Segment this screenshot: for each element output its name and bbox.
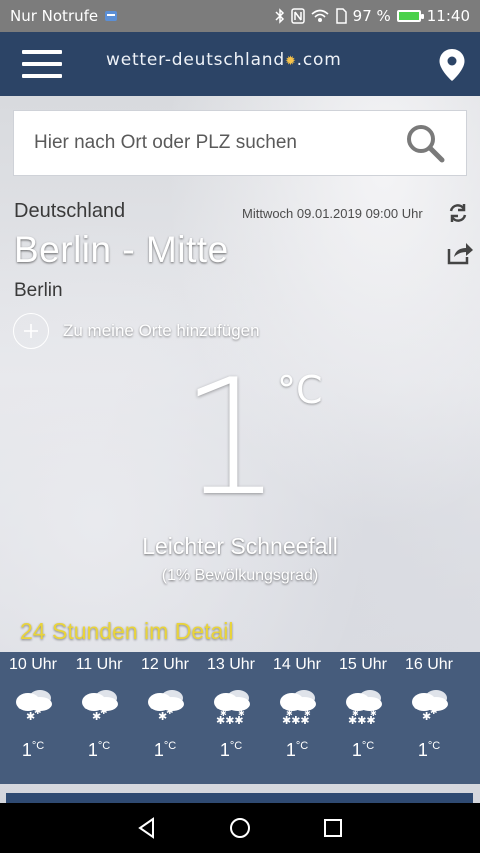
hour-label: 11 Uhr: [75, 656, 123, 673]
hour-label: 14 Uhr: [272, 656, 322, 673]
svg-text:✱: ✱: [100, 707, 108, 717]
hour-temperature: 1°C: [285, 740, 309, 760]
hour-forecast-item[interactable]: 13 Uhr ✱✱✱ ✱ ✱ 1°C: [200, 652, 262, 784]
hour-label: 12 Uhr: [140, 656, 190, 673]
next-section-bar: [6, 793, 473, 803]
wifi-icon: [311, 9, 329, 22]
nfc-icon: [290, 8, 305, 24]
search-bar: [13, 110, 467, 176]
logo[interactable]: wetter-deutschland✹.com: [106, 50, 342, 70]
svg-text:✱: ✱: [304, 709, 311, 718]
notification-icon: [105, 11, 118, 21]
hour-temperature: 1°C: [351, 740, 375, 760]
clock: 11:40: [426, 7, 470, 25]
hour-label: 16 Uhr: [404, 656, 454, 673]
search-icon[interactable]: [404, 122, 446, 164]
svg-text:✱: ✱: [352, 709, 359, 718]
hour-temperature: 1°C: [87, 740, 111, 760]
hour-temperature: 1°C: [219, 740, 243, 760]
light-snow-icon: ✱ ✱: [10, 686, 56, 726]
hour-label: 15 Uhr: [338, 656, 388, 673]
temperature-unit: °C: [277, 368, 323, 412]
navigation-bar: [0, 803, 480, 853]
carrier-label: Nur Notrufe: [10, 7, 99, 25]
logo-suffix: .com: [296, 50, 342, 70]
region-label: Berlin: [14, 280, 63, 301]
svg-text:✱: ✱: [286, 709, 293, 718]
battery-icon: [396, 10, 424, 22]
hour-forecast-item[interactable]: 14 Uhr ✱✱✱ ✱ ✱ 1°C: [266, 652, 328, 784]
hour-forecast-item[interactable]: 11 Uhr ✱ ✱ 1°C: [68, 652, 130, 784]
hour-forecast-item[interactable]: 10 Uhr ✱ ✱ 1°C: [2, 652, 64, 784]
hour-temperature: 1°C: [417, 740, 441, 760]
hour-temperature: 1°C: [21, 740, 45, 760]
detail-section-title: 24 Stunden im Detail: [20, 618, 234, 644]
weather-condition: Leichter Schneefall: [142, 533, 338, 559]
hour-label: 13 Uhr: [206, 656, 256, 673]
recents-icon[interactable]: [321, 816, 345, 840]
sim-icon: [335, 8, 347, 24]
svg-text:✱: ✱: [34, 707, 42, 717]
location-pin-icon[interactable]: [438, 48, 466, 82]
hour-label: 10 Uhr: [8, 656, 58, 673]
light-snow-icon: ✱ ✱: [76, 686, 122, 726]
svg-text:✱: ✱: [430, 707, 438, 717]
light-snow-icon: ✱ ✱: [142, 686, 188, 726]
refresh-icon[interactable]: [447, 202, 469, 224]
search-input[interactable]: [34, 132, 404, 154]
battery-percent: 97 %: [352, 7, 391, 25]
svg-text:✱: ✱: [238, 709, 245, 718]
svg-text:✱: ✱: [220, 709, 227, 718]
country-label: Deutschland: [14, 200, 126, 222]
hour-forecast-item[interactable]: 12 Uhr ✱ ✱ 1°C: [134, 652, 196, 784]
snow-icon: ✱✱✱ ✱ ✱: [208, 686, 254, 727]
hour-forecast-item[interactable]: 15 Uhr ✱✱✱ ✱ ✱ 1°C: [332, 652, 394, 784]
bluetooth-icon: [275, 8, 284, 24]
hourly-forecast[interactable]: 10 Uhr ✱ ✱ 1°C 11 Uhr ✱ ✱ 1°C 12 Uhr ✱ ✱ 1°C 13 Uhr ✱…: [0, 652, 480, 784]
snow-icon: ✱✱✱ ✱ ✱: [340, 686, 386, 727]
back-icon[interactable]: [135, 816, 159, 840]
light-snow-icon: ✱ ✱: [406, 686, 452, 726]
status-bar: Nur Notrufe 97 % 11:40: [0, 0, 480, 32]
city-title: Berlin - Mitte: [14, 229, 229, 270]
home-icon[interactable]: [228, 816, 252, 840]
hour-forecast-item[interactable]: 16 Uhr ✱ ✱ 1°C: [398, 652, 460, 784]
svg-text:✱: ✱: [166, 707, 174, 717]
cloud-coverage: (1% Bewölkungsgrad): [161, 567, 319, 584]
sun-icon: ✹: [284, 54, 297, 69]
share-icon[interactable]: [446, 240, 474, 266]
date-label: Mittwoch 09.01.2019 09:00 Uhr: [242, 206, 423, 221]
hour-temperature: 1°C: [153, 740, 177, 760]
menu-icon[interactable]: [22, 50, 62, 78]
add-favorite-label: Zu meine Orte hinzufügen: [63, 321, 260, 340]
svg-text:✱: ✱: [370, 709, 377, 718]
logo-text: wetter-deutschland: [106, 50, 285, 70]
plus-icon: [13, 313, 49, 349]
snow-icon: ✱✱✱ ✱ ✱: [274, 686, 320, 727]
app-header: wetter-deutschland✹.com: [0, 32, 480, 96]
main-content: Deutschland Mittwoch 09.01.2019 09:00 Uh…: [0, 96, 480, 803]
current-temperature: 1: [180, 344, 282, 531]
